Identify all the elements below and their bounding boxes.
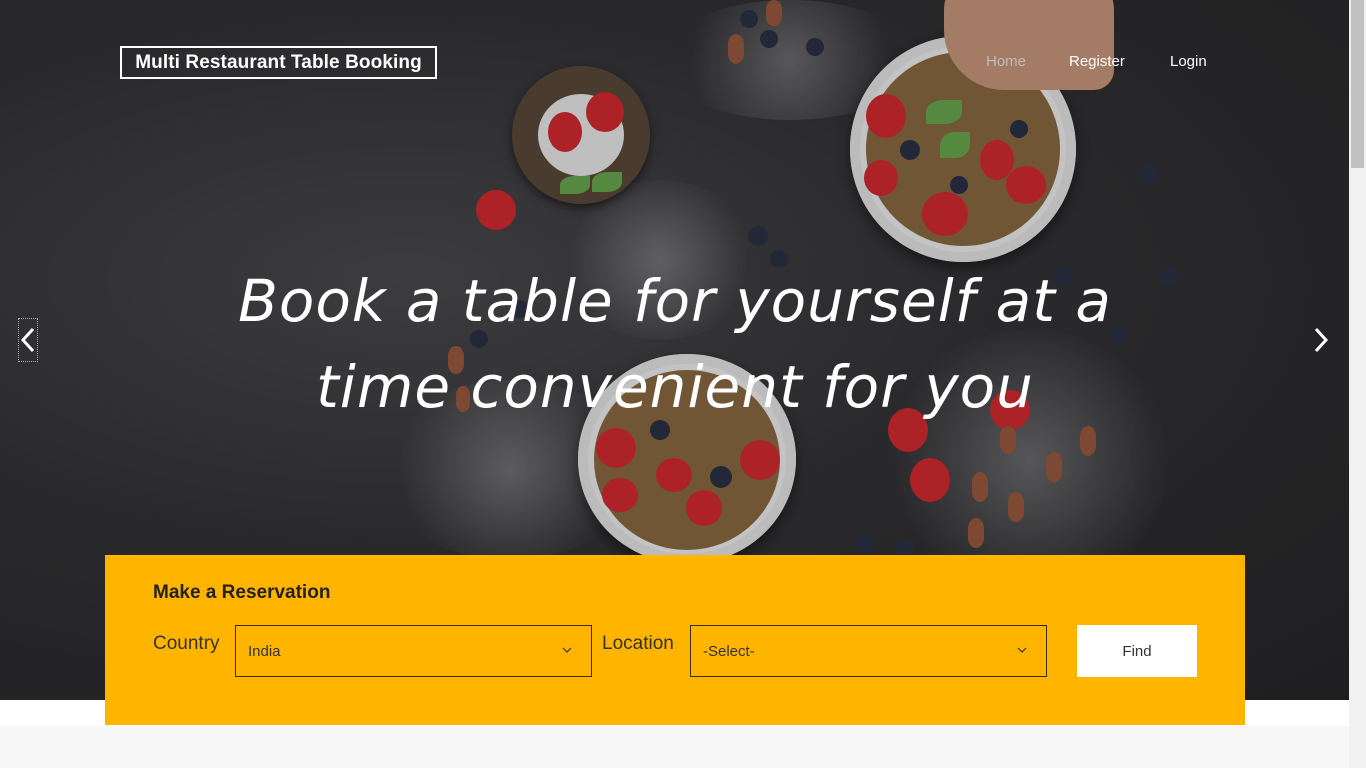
country-label: Country [153, 633, 220, 654]
find-button[interactable]: Find [1077, 625, 1197, 677]
nav-register-link[interactable]: Register [1069, 53, 1125, 70]
hero-headline: Book a table for yourself at a time conv… [120, 258, 1230, 430]
section-background [0, 726, 1349, 768]
scrollbar-thumb[interactable] [1351, 0, 1364, 168]
carousel-prev-button[interactable] [18, 318, 38, 362]
hero-headline-line-1: Book a table for yourself at a [238, 267, 1112, 335]
page-scrollbar[interactable] [1349, 0, 1366, 768]
nav-home-link[interactable]: Home [986, 53, 1026, 70]
chevron-down-icon [1017, 647, 1027, 653]
location-select[interactable]: -Select- [690, 625, 1047, 677]
nav-login-link[interactable]: Login [1170, 53, 1207, 70]
chevron-left-icon [20, 327, 35, 353]
reservation-title: Make a Reservation [153, 582, 331, 603]
location-label: Location [602, 633, 674, 654]
location-select-value: -Select- [703, 642, 755, 660]
carousel-next-button[interactable] [1311, 318, 1331, 362]
brand-logo[interactable]: Multi Restaurant Table Booking [120, 46, 437, 79]
chevron-right-icon [1314, 327, 1329, 353]
hero-headline-line-2: time convenient for you [316, 353, 1034, 421]
country-select-value: India [248, 642, 281, 660]
country-select[interactable]: India [235, 625, 592, 677]
chevron-down-icon [562, 647, 572, 653]
reservation-panel: Make a Reservation Country India Locatio… [105, 555, 1245, 725]
page: Multi Restaurant Table Booking Home Regi… [0, 0, 1366, 768]
